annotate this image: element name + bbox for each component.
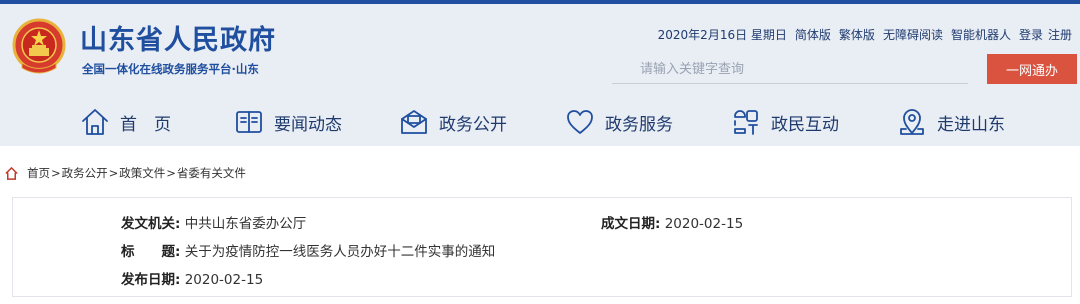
- nav-item-label: 政民互动: [771, 114, 839, 135]
- nav-item-label: 要闻动态: [274, 114, 342, 135]
- breadcrumb-separator: >: [51, 166, 61, 180]
- smart-robot-link[interactable]: 智能机器人: [951, 26, 1011, 43]
- nav-item-news[interactable]: 要闻动态: [234, 106, 342, 138]
- search-input[interactable]: [612, 56, 968, 84]
- one-stop-service-button[interactable]: 一网通办: [987, 54, 1077, 84]
- simplified-chinese-link[interactable]: 简体版: [795, 26, 831, 43]
- breadcrumb-home[interactable]: 首页: [27, 165, 50, 181]
- publish-date-label: 发布日期:: [121, 272, 181, 288]
- nav-item-label: 政务公开: [439, 114, 507, 135]
- publish-date-value: 2020-02-15: [184, 272, 264, 288]
- current-date: 2020年2月16日 星期日: [657, 28, 787, 42]
- publish-date-row: 发布日期: 2020-02-15: [121, 268, 263, 288]
- nav-item-services[interactable]: 政务服务: [565, 106, 673, 138]
- nav-item-label: 走进山东: [937, 114, 1005, 135]
- date-value: 2020-02-15: [664, 216, 744, 232]
- breadcrumb-separator: >: [166, 166, 176, 180]
- location-pin-icon: [900, 109, 924, 135]
- issuer-label: 发文机关:: [121, 216, 181, 232]
- site-subtitle: 全国一体化在线政务服务平台·山东: [82, 62, 259, 76]
- login-link[interactable]: 登录: [1019, 26, 1043, 43]
- mail-open-icon: [401, 110, 427, 134]
- date-label: 成文日期:: [601, 216, 661, 232]
- nav-item-home[interactable]: 首 页: [80, 106, 171, 138]
- utility-bar: 2020年2月16日 星期日 简体版 繁体版 无障碍阅读 智能机器人 登录 注册: [658, 26, 1072, 43]
- interaction-icon: [734, 110, 758, 135]
- traditional-chinese-link[interactable]: 繁体版: [839, 26, 875, 43]
- heart-icon: [567, 110, 593, 134]
- breadcrumb-provincial-committee-documents[interactable]: 省委有关文件: [177, 165, 246, 181]
- nav-item-label: 政务服务: [605, 114, 673, 135]
- breadcrumb: 首页 > 政务公开 > 政策文件 > 省委有关文件: [4, 165, 246, 181]
- document-info-box: 发文机关: 中共山东省委办公厅 成文日期: 2020-02-15 标 题: 关于…: [12, 197, 1072, 297]
- nav-item-label: 首 页: [120, 114, 171, 135]
- accessibility-link[interactable]: 无障碍阅读: [883, 26, 943, 43]
- national-emblem-icon: [12, 18, 66, 74]
- title-label: 标 题:: [121, 244, 181, 260]
- home-icon: [82, 109, 108, 135]
- nav-item-public-affairs[interactable]: 政务公开: [399, 106, 507, 138]
- title-value: 关于为疫情防控一线医务人员办好十二件实事的通知: [184, 244, 496, 260]
- nav-item-interaction[interactable]: 政民互动: [731, 106, 839, 138]
- issuer-value: 中共山东省委办公厅: [184, 216, 307, 232]
- issuer-row: 发文机关: 中共山东省委办公厅: [121, 212, 306, 232]
- breadcrumb-separator: >: [108, 166, 119, 180]
- title-row: 标 题: 关于为疫情防控一线医务人员办好十二件实事的通知: [121, 240, 495, 260]
- register-link[interactable]: 注册: [1048, 26, 1072, 43]
- date-row: 成文日期: 2020-02-15: [601, 212, 743, 232]
- nav-item-about-shandong[interactable]: 走进山东: [897, 106, 1005, 138]
- site-header: 山东省人民政府 全国一体化在线政务服务平台·山东 2020年2月16日 星期日 …: [0, 0, 1080, 146]
- breadcrumb-policy-documents[interactable]: 政策文件: [119, 165, 165, 181]
- main-nav: 首 页 要闻动态 政务公开 政务服务 政民互动 走进山东: [0, 100, 1080, 146]
- site-title: 山东省人民政府: [80, 25, 276, 56]
- home-icon: [5, 166, 18, 180]
- breadcrumb-public-affairs[interactable]: 政务公开: [62, 165, 108, 181]
- book-icon: [236, 111, 262, 133]
